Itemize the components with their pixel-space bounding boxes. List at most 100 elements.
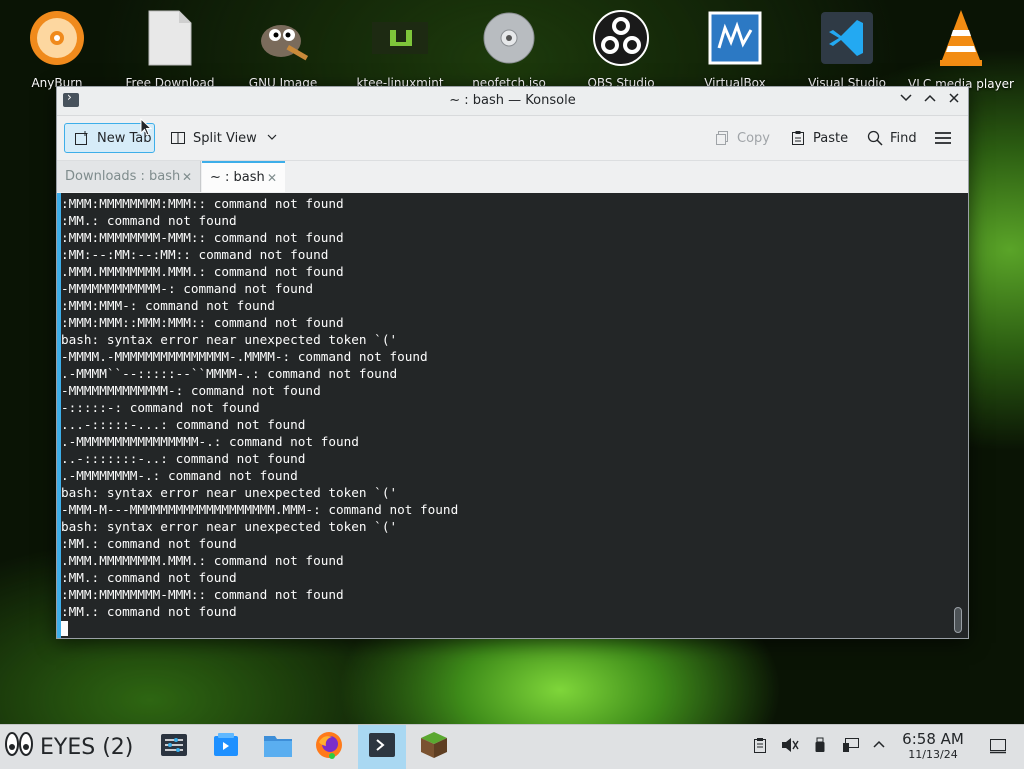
tab-label: ~ : bash (210, 170, 265, 185)
activities-button[interactable]: EYES (2) (4, 725, 154, 769)
mouse-pointer-icon (140, 117, 153, 140)
hamburger-menu-icon[interactable] (934, 123, 952, 153)
taskbar-app-settings[interactable] (156, 725, 192, 769)
discover-store-icon (213, 733, 239, 761)
terminal-line: bash: syntax error near unexpected token… (61, 332, 398, 347)
clipboard-icon[interactable] (753, 737, 767, 757)
vscode-icon (817, 8, 877, 68)
terminal-lines: :MMM:MMMMMMMM:MMM:: command not found:MM… (61, 195, 458, 637)
terminal-line: -MMM-M---MMMMMMMMMMMMMMMMMMM.MMM-: comma… (61, 502, 459, 517)
close-icon[interactable] (944, 91, 964, 109)
obs-icon (591, 8, 651, 68)
desktop-icon-vlc[interactable]: VLC media player (906, 8, 1016, 92)
desktop-icon-obs[interactable]: OBS Studio (566, 8, 676, 90)
split-view-icon (169, 129, 187, 147)
taskbar: EYES (2) 6:58 AM 11/13/24 (0, 724, 1024, 769)
disc-image-icon (479, 8, 539, 68)
eyes-icon (4, 731, 34, 763)
terminal-line: :MM.: command not found (61, 213, 237, 228)
taskbar-app-files[interactable] (259, 725, 297, 769)
maximize-icon[interactable] (920, 91, 940, 109)
linux-mint-icon (370, 8, 430, 68)
konsole-icon (368, 732, 396, 762)
tab-downloads-bash[interactable]: Downloads : bash ✕ (57, 161, 201, 192)
desktop-icon-ktee-linuxmint[interactable]: ktee-linuxmint (345, 8, 455, 90)
terminal-line: .MMM.MMMMMMMM.MMM.: command not found (61, 264, 344, 279)
gimp-icon (253, 8, 313, 68)
search-icon (866, 129, 884, 147)
minimize-icon[interactable] (896, 91, 916, 109)
konsole-window: ~ : bash — Konsole New Tab Split View (56, 86, 969, 639)
show-desktop-icon[interactable] (989, 738, 1007, 758)
paste-button[interactable]: Paste (789, 123, 848, 153)
clock[interactable]: 6:58 AM 11/13/24 (896, 730, 970, 761)
close-tab-icon[interactable]: ✕ (267, 171, 277, 185)
terminal-cursor (61, 621, 68, 636)
minecraft-icon (419, 730, 449, 764)
close-tab-icon[interactable]: ✕ (182, 170, 192, 184)
terminal-line: .MMM.MMMMMMMM.MMM.: command not found (61, 553, 344, 568)
terminal-line: :MM.: command not found (61, 604, 237, 619)
terminal-scrollbar[interactable] (954, 607, 962, 633)
activities-label: EYES (2) (40, 734, 134, 760)
terminal-line: :MM:--:MM:--:MM:: command not found (61, 247, 329, 262)
find-button[interactable]: Find (866, 123, 917, 153)
system-settings-icon (160, 733, 188, 761)
tab-bar: Downloads : bash ✕ ~ : bash ✕ (57, 161, 968, 194)
firefox-icon (314, 730, 344, 764)
volume-muted-icon[interactable] (781, 737, 799, 757)
terminal-line: :MMM:MMM-: command not found (61, 298, 275, 313)
desktop-icon-gimp[interactable]: GNU Image (228, 8, 338, 90)
taskbar-app-firefox[interactable] (310, 725, 348, 769)
vlc-icon (931, 8, 991, 68)
terminal-line: :MMM:MMMMMMMM-MMM:: command not found (61, 230, 344, 245)
split-view-button[interactable]: Split View (169, 123, 277, 153)
blank-file-icon (140, 8, 200, 68)
desktop-icon-free-download[interactable]: Free Download (115, 8, 225, 90)
copy-button[interactable]: Copy (713, 123, 770, 153)
find-label: Find (890, 130, 917, 146)
chevron-down-icon (267, 131, 277, 146)
terminal-line: -MMMM.-MMMMMMMMMMMMMMM-.MMMM-: command n… (61, 349, 428, 364)
terminal-line: :MMM:MMMMMMMM:MMM:: command not found (61, 196, 344, 211)
desktop-icon-vscode[interactable]: Visual Studio (792, 8, 902, 90)
usb-device-icon[interactable] (814, 737, 826, 757)
chevron-up-icon[interactable] (872, 737, 886, 755)
network-wired-icon[interactable] (842, 737, 860, 757)
tab-label: Downloads : bash (65, 169, 181, 184)
terminal-line: ...-:::::-...: command not found (61, 417, 306, 432)
terminal-line: .-MMMMMMMMMMMMMMMM-.: command not found (61, 434, 359, 449)
desktop-icon-virtualbox[interactable]: VirtualBox (680, 8, 790, 90)
paste-label: Paste (813, 130, 849, 146)
taskbar-app-discover[interactable] (208, 725, 244, 769)
clock-time: 6:58 AM (902, 730, 964, 748)
taskbar-app-minecraft[interactable] (414, 725, 454, 769)
split-view-label: Split View (193, 130, 257, 146)
terminal-line: :MMM:MMM::MMM:MMM:: command not found (61, 315, 344, 330)
desktop-icon-neofetch-iso[interactable]: neofetch.iso (454, 8, 564, 90)
window-titlebar[interactable]: ~ : bash — Konsole (57, 87, 968, 116)
terminal-line: -:::::-: command not found (61, 400, 260, 415)
virtualbox-icon (705, 8, 765, 68)
terminal-line: :MMM:MMMMMMMM-MMM:: command not found (61, 587, 344, 602)
terminal-line: -MMMMMMMMMMMMM-: command not found (61, 383, 321, 398)
toolbar: New Tab Split View Copy Paste Find (57, 116, 968, 161)
tab-home-bash[interactable]: ~ : bash ✕ (202, 161, 285, 192)
terminal-line: bash: syntax error near unexpected token… (61, 485, 398, 500)
paste-icon (789, 129, 807, 147)
desktop-icon-anyburn[interactable]: AnyBurn (2, 8, 112, 90)
taskbar-app-konsole[interactable] (358, 725, 406, 769)
terminal-line: .-MMMMMMMM-.: command not found (61, 468, 298, 483)
anyburn-disc-icon (27, 8, 87, 68)
new-tab-icon (73, 129, 91, 147)
terminal-output[interactable]: :MMM:MMMMMMMM:MMM:: command not found:MM… (57, 193, 968, 638)
terminal-line: :MM.: command not found (61, 536, 237, 551)
clock-date: 11/13/24 (908, 748, 958, 761)
terminal-line: -MMMMMMMMMMMM-: command not found (61, 281, 314, 296)
terminal-cursor-line (61, 620, 458, 637)
copy-icon (713, 129, 731, 147)
copy-label: Copy (737, 130, 770, 146)
terminal-line: ..-:::::::-..: command not found (61, 451, 306, 466)
window-title: ~ : bash — Konsole (449, 93, 576, 108)
terminal-line: :MM.: command not found (61, 570, 237, 585)
